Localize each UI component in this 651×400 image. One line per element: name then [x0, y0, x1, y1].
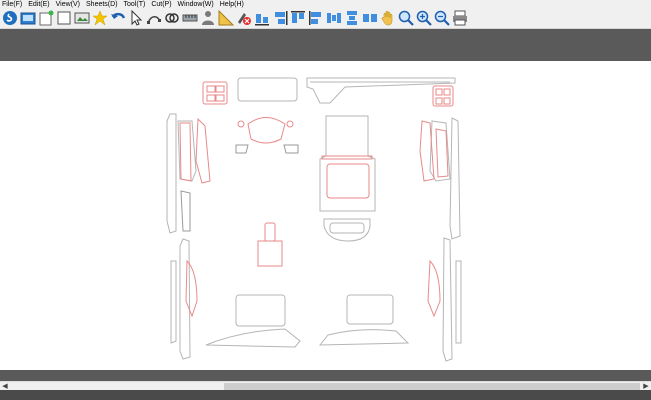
zoom-icon[interactable] [398, 10, 414, 26]
zoom-in-icon[interactable] [416, 10, 432, 26]
menu-edit[interactable]: Edit(E) [26, 0, 53, 9]
align-left-icon[interactable] [308, 10, 324, 26]
bottom-ruler-band [0, 370, 651, 381]
left-vent-c [206, 94, 216, 102]
toolbar [0, 9, 651, 29]
left-vent-a [206, 85, 216, 93]
right-door-red-inner [435, 128, 449, 178]
ruler-band [0, 29, 651, 61]
gear-shifter [257, 240, 283, 267]
screen-bezel [237, 77, 298, 102]
menu-file[interactable]: File(F) [0, 0, 26, 9]
hand-pan-icon[interactable] [380, 10, 396, 26]
distribute-horizontal-icon[interactable] [326, 10, 342, 26]
gear-top [264, 222, 276, 242]
menu-bar: File(F) Edit(E) View(V) Sheets(D) Tool(T… [0, 0, 651, 9]
drawing-canvas[interactable] [0, 61, 651, 370]
distribute-vertical-icon[interactable] [344, 10, 360, 26]
lower-left-door-strip [179, 238, 191, 360]
right-vent-d [443, 97, 451, 105]
center-console-lower [323, 218, 371, 242]
favorite-star-icon[interactable] [92, 10, 108, 26]
menu-help[interactable]: Help(H) [218, 0, 248, 9]
left-vent-b [215, 85, 225, 93]
console-shifter [326, 163, 370, 199]
menu-cut[interactable]: Cut(P) [149, 0, 175, 9]
lower-left-door-red [185, 259, 198, 318]
right-vent-b [443, 88, 451, 96]
menu-view[interactable]: View(V) [54, 0, 84, 9]
select-arrow-icon[interactable] [128, 10, 144, 26]
right-door-strip [449, 117, 461, 240]
cut-delete-icon[interactable] [236, 10, 252, 26]
lower-left-door-strip2 [170, 260, 177, 344]
lower-right-door-red [427, 259, 441, 318]
menu-window[interactable]: Window(W) [176, 0, 218, 9]
undo-icon[interactable] [110, 10, 126, 26]
left-door-red-inner [195, 117, 211, 184]
person-icon[interactable] [200, 10, 216, 26]
right-small-trim-a [283, 144, 299, 154]
zoom-out-icon[interactable] [434, 10, 450, 26]
measure-icon[interactable] [182, 10, 198, 26]
app-logo-icon[interactable] [2, 10, 18, 26]
steering-wheel [247, 117, 286, 144]
print-icon[interactable] [452, 10, 468, 26]
steering-right-btn [286, 120, 294, 128]
bottom-right-screen [346, 294, 394, 325]
menu-tool[interactable]: Tool(T) [122, 0, 150, 9]
same-size-icon[interactable] [362, 10, 378, 26]
left-vent-d [215, 94, 225, 102]
steering-left-btn [237, 120, 245, 128]
bottom-left-screen [235, 294, 286, 327]
left-door-handle-gray [180, 190, 191, 232]
scroll-thumb[interactable] [224, 383, 640, 390]
lower-right-door-strip [442, 237, 453, 362]
align-right-icon[interactable] [272, 10, 288, 26]
right-vent-c [435, 97, 443, 105]
align-top-icon[interactable] [290, 10, 306, 26]
image-icon[interactable] [74, 10, 90, 26]
blank-page-icon[interactable] [56, 10, 72, 26]
right-vent-a [435, 88, 443, 96]
bottom-left-sill [205, 328, 301, 348]
left-small-trim-a [235, 144, 249, 154]
bottom-right-sill [318, 329, 410, 346]
weld-icon[interactable] [164, 10, 180, 26]
left-door-red [179, 122, 192, 182]
menu-sheets[interactable]: Sheets(D) [84, 0, 122, 9]
console-slot [329, 222, 365, 234]
console-tray [321, 155, 373, 160]
left-door-strip [166, 113, 177, 234]
align-bottom-icon[interactable] [254, 10, 270, 26]
open-file-icon[interactable] [20, 10, 36, 26]
triangle-ruler-icon[interactable] [218, 10, 234, 26]
status-bar [0, 390, 651, 400]
new-file-icon[interactable] [38, 10, 54, 26]
node-edit-icon[interactable] [146, 10, 162, 26]
lower-right-door-strip2 [455, 260, 462, 344]
cut-layout-drawing [166, 77, 462, 362]
